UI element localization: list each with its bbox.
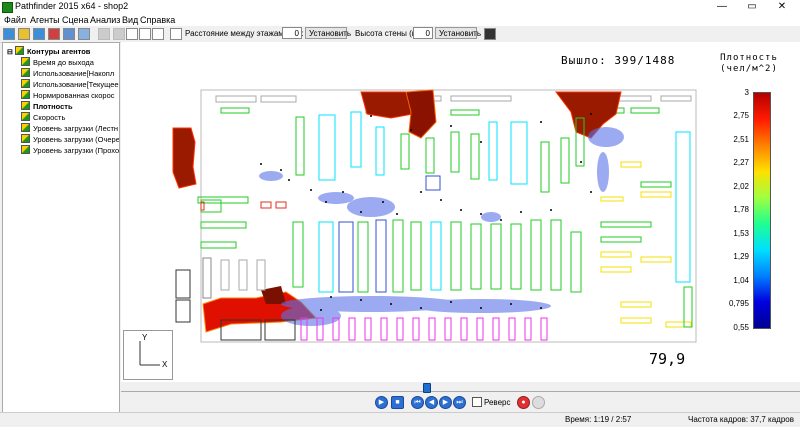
checkout-counters [300, 317, 548, 341]
zoom-icon[interactable] [152, 28, 164, 40]
view-icon[interactable] [33, 28, 45, 40]
simulation-time: 79,9 [649, 350, 686, 368]
menu-bar: Файл Агенты Сцена Анализ Вид Справка [0, 14, 800, 26]
tree-item-usage-current[interactable]: Использование[Текущее [21, 79, 119, 89]
legend-tick: 2,02 [733, 182, 749, 191]
tree-item-speed[interactable]: Скорость [21, 112, 65, 122]
playback-bar: ▶ ■ ⏮ ◀ ▶ ⏭ Реверс ● [121, 382, 800, 412]
density-color-scale [753, 92, 771, 329]
tree-item-passage-load[interactable]: Уровень загрузки (Прохо [21, 145, 119, 155]
legend-tick: 0,795 [728, 299, 749, 308]
tree-item-queue-load[interactable]: Уровень загрузки (Очере [21, 134, 119, 144]
status-fps: Частота кадров: 37,7 кадров [688, 415, 794, 424]
contour-icon [21, 101, 30, 110]
menu-file[interactable]: Файл [4, 15, 26, 25]
status-time: Время: 1:19 / 2:57 [565, 415, 632, 424]
open-icon[interactable] [3, 28, 15, 40]
layers-icon[interactable] [63, 28, 75, 40]
pan-icon[interactable] [139, 28, 151, 40]
contour-icon [21, 57, 30, 66]
agents-icon[interactable] [48, 28, 60, 40]
floor-plan [172, 89, 697, 343]
pointer-icon[interactable] [126, 28, 138, 40]
reverse-checkbox[interactable] [472, 397, 482, 407]
timeline-track[interactable] [121, 391, 800, 392]
wall-height-input[interactable] [413, 27, 433, 39]
results-tree: ⊟ Контуры агентов Время до выхода Исполь… [2, 42, 120, 414]
set-floor-distance-button[interactable]: Установить [305, 27, 351, 39]
axis-x-label: X [162, 360, 168, 369]
contour-icon [21, 68, 30, 77]
set-wall-height-button[interactable]: Установить [435, 27, 481, 39]
legend-tick: 1,78 [733, 205, 749, 214]
right-fixtures [600, 131, 693, 328]
play-icon[interactable]: ▶ [375, 396, 388, 409]
contour-icon [21, 123, 30, 132]
skip-start-icon[interactable]: ⏮ [411, 396, 424, 409]
stop-icon[interactable]: ■ [391, 396, 404, 409]
measure-icon[interactable] [170, 28, 182, 40]
axis-gizmo: Y X [123, 330, 173, 380]
tree-item-time-to-exit[interactable]: Время до выхода [21, 57, 94, 67]
tree-root[interactable]: ⊟ Контуры агентов [7, 46, 90, 56]
legend-tick: 1,53 [733, 229, 749, 238]
tree-item-normalized-speed[interactable]: Нормированная скорос [21, 90, 115, 100]
record-stop-icon[interactable] [532, 396, 545, 409]
camera-icon[interactable] [484, 28, 496, 40]
legend-tick: 3 [744, 88, 749, 97]
tree-item-density[interactable]: Плотность [21, 101, 73, 111]
floor-distance-input[interactable] [282, 27, 302, 39]
tree-item-stair-load[interactable]: Уровень загрузки (Лестн [21, 123, 118, 133]
status-bar: Время: 1:19 / 2:57 Частота кадров: 37,7 … [0, 412, 800, 427]
save-icon[interactable] [18, 28, 30, 40]
menu-agents[interactable]: Агенты [30, 15, 60, 25]
contour-icon [14, 46, 24, 55]
legend-tick: 1,29 [733, 252, 749, 261]
window-title: Pathfinder 2015 x64 - shop2 [15, 1, 129, 11]
maximize-button[interactable]: ▭ [737, 0, 767, 14]
contour-icon [21, 134, 30, 143]
legend-tick: 2,75 [733, 111, 749, 120]
tree-item-usage-cumulative[interactable]: Использование[Накопл [21, 68, 114, 78]
density-hotspots [172, 89, 622, 333]
step-back-icon[interactable]: ◀ [425, 396, 438, 409]
contour-icon [21, 145, 30, 154]
contour-icon [21, 112, 30, 121]
collapse-icon[interactable]: ⊟ [7, 49, 13, 56]
contour-icon [21, 79, 30, 88]
app-icon [2, 2, 13, 13]
legend-title: Плотность (чел/м^2) [720, 53, 778, 74]
close-button[interactable]: ✕ [767, 0, 797, 14]
menu-scene[interactable]: Сцена [62, 15, 89, 25]
menu-help[interactable]: Справка [140, 15, 175, 25]
timeline-thumb[interactable] [423, 383, 431, 393]
record-icon[interactable]: ● [517, 396, 530, 409]
contour-icon [21, 90, 30, 99]
legend-tick: 2,51 [733, 135, 749, 144]
grid-icon[interactable] [78, 28, 90, 40]
legend-tick: 0,55 [733, 323, 749, 332]
reverse-label: Реверс [484, 398, 511, 407]
toolbar: Расстояние между этажами (м): Установить… [0, 26, 800, 43]
orbit-icon[interactable] [113, 28, 125, 40]
skip-end-icon[interactable]: ⏭ [453, 396, 466, 409]
menu-view[interactable]: Вид [122, 15, 138, 25]
rotate-icon[interactable] [98, 28, 110, 40]
legend-tick: 2,27 [733, 158, 749, 167]
axis-y-label: Y [142, 333, 148, 342]
step-forward-icon[interactable]: ▶ [439, 396, 452, 409]
exited-counter: Вышло: 399/1488 [561, 54, 676, 67]
legend-tick: 1,04 [733, 276, 749, 285]
minimize-button[interactable]: — [707, 0, 737, 14]
title-bar: Pathfinder 2015 x64 - shop2 — ▭ ✕ [0, 0, 800, 14]
menu-analysis[interactable]: Анализ [90, 15, 120, 25]
simulation-view[interactable]: Вышло: 399/1488 Плотность (чел/м^2) 3 2,… [121, 42, 800, 382]
